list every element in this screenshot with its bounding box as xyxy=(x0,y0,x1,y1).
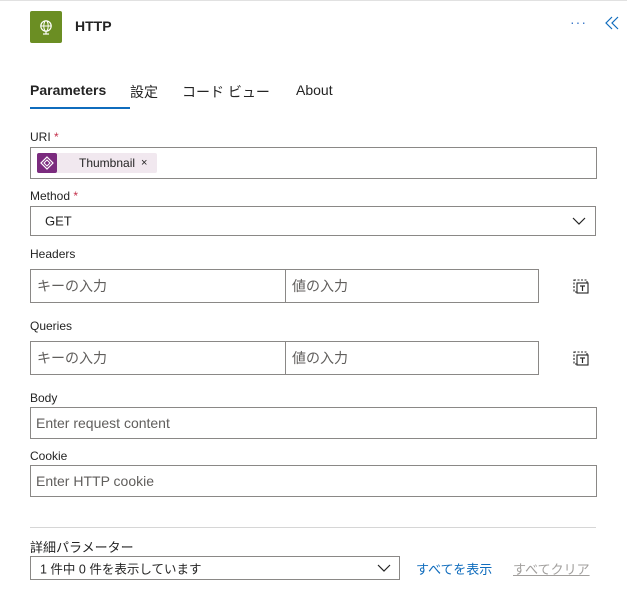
method-label: Method * xyxy=(30,189,79,203)
queries-value-placeholder: 値の入力 xyxy=(292,350,348,366)
chevron-down-icon xyxy=(572,217,586,225)
required-mark: * xyxy=(73,189,79,203)
required-mark: * xyxy=(54,130,59,144)
body-label: Body xyxy=(30,391,58,405)
tab-bar: Parameters 設定 コード ビュー About xyxy=(30,82,333,110)
headers-key-placeholder: キーの入力 xyxy=(37,278,107,294)
headers-key-input[interactable]: キーの入力 xyxy=(30,269,286,303)
section-divider xyxy=(30,527,596,528)
method-select[interactable]: GET xyxy=(30,206,596,236)
headers-value-input[interactable]: 値の入力 xyxy=(285,269,539,303)
cookie-input[interactable]: Enter HTTP cookie xyxy=(30,465,597,497)
advanced-parameters-label: 詳細パラメーター xyxy=(30,540,134,555)
double-chevron-left-icon[interactable] xyxy=(603,14,621,32)
switch-to-text-mode-icon[interactable] xyxy=(572,276,590,294)
remove-token-button[interactable]: × xyxy=(141,157,147,169)
more-options-button[interactable]: ··· xyxy=(570,14,587,30)
method-value: GET xyxy=(45,213,72,229)
top-divider xyxy=(0,0,627,1)
chevron-down-icon xyxy=(377,564,391,572)
globe-icon xyxy=(30,11,62,43)
tab-about[interactable]: About xyxy=(296,82,333,110)
uri-token[interactable]: Thumbnail × xyxy=(37,153,157,173)
queries-key-input[interactable]: キーの入力 xyxy=(30,341,286,375)
queries-label: Queries xyxy=(30,319,73,333)
headers-label: Headers xyxy=(30,247,76,261)
uri-label: URI * xyxy=(30,130,59,144)
queries-value-input[interactable]: 値の入力 xyxy=(285,341,539,375)
tab-parameters[interactable]: Parameters xyxy=(30,82,130,110)
switch-to-text-mode-icon[interactable] xyxy=(572,348,590,366)
action-title: HTTP xyxy=(75,18,112,34)
cookie-label: Cookie xyxy=(30,449,68,463)
advanced-parameters-select[interactable]: 1 件中 0 件を表示しています xyxy=(30,556,400,580)
show-all-link[interactable]: すべてを表示 xyxy=(416,559,492,578)
uri-field[interactable]: Thumbnail × xyxy=(30,147,597,179)
tab-code-view[interactable]: コード ビュー xyxy=(182,82,296,110)
dynamic-content-icon xyxy=(37,153,57,173)
headers-value-placeholder: 値の入力 xyxy=(292,278,348,294)
uri-token-label: Thumbnail xyxy=(79,156,136,170)
body-placeholder: Enter request content xyxy=(36,415,170,431)
advanced-parameters-value: 1 件中 0 件を表示しています xyxy=(40,562,202,577)
clear-all-link: すべてクリア xyxy=(513,562,590,577)
cookie-placeholder: Enter HTTP cookie xyxy=(36,473,155,489)
tab-settings[interactable]: 設定 xyxy=(130,82,182,110)
queries-key-placeholder: キーの入力 xyxy=(37,350,107,366)
body-input[interactable]: Enter request content xyxy=(30,407,597,439)
